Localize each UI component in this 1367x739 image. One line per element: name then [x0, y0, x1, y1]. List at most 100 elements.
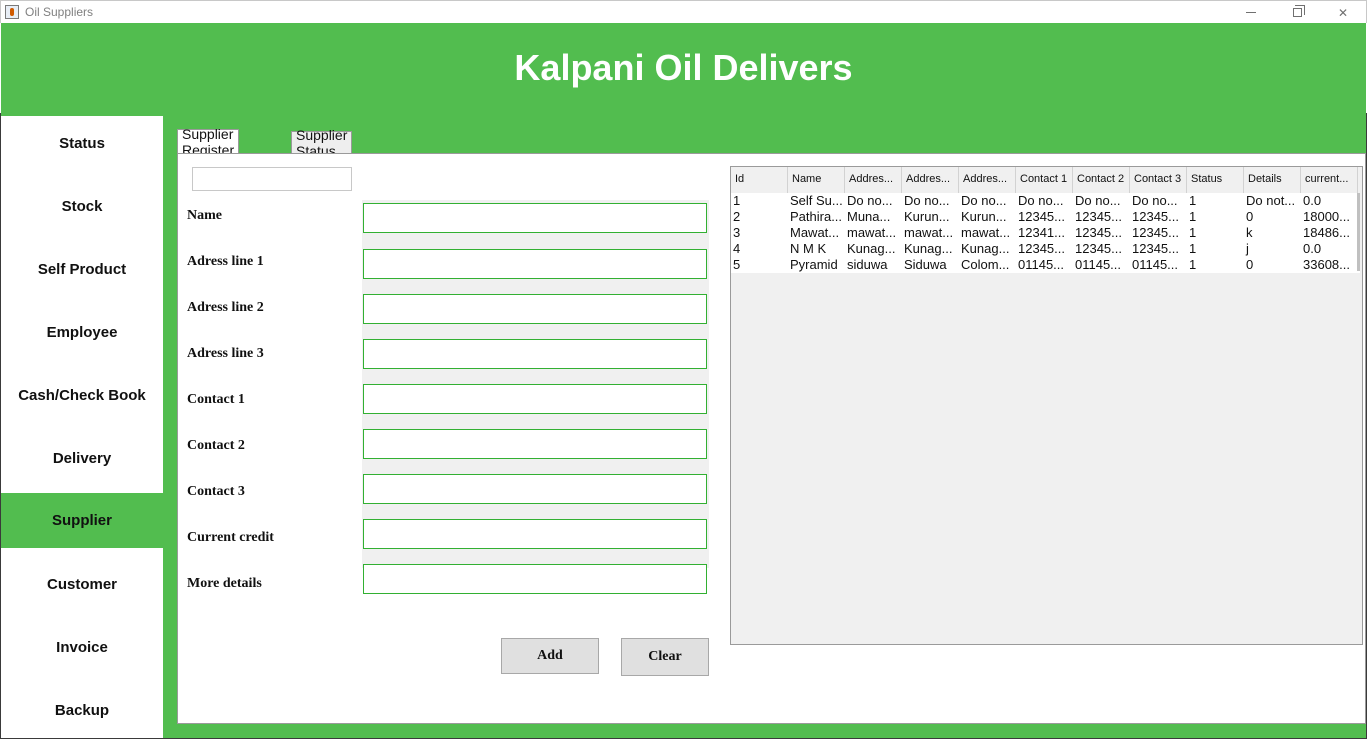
name-field[interactable]	[363, 203, 707, 233]
table-cell: Pathira...	[790, 209, 843, 224]
table-cell: 1	[1189, 193, 1197, 208]
sidebar-item-delivery[interactable]: Delivery	[1, 431, 163, 486]
table-cell: Do no...	[1075, 193, 1121, 208]
column-header-status[interactable]: Status	[1187, 167, 1244, 193]
table-cell: 1	[1189, 257, 1197, 272]
table-cell: 3	[733, 225, 741, 240]
table-cell: 4	[733, 241, 741, 256]
clear-button[interactable]: Clear	[621, 638, 709, 676]
table-cell: 12345...	[1075, 209, 1122, 224]
table-cell: 0.0	[1303, 241, 1322, 256]
table-cell: Do not...	[1246, 193, 1296, 208]
table-cell: k	[1246, 225, 1253, 240]
table-body: 1 Self Su... Do no... Do no... Do no... …	[731, 193, 1360, 273]
tab-supplier-status[interactable]: Supplier Status	[291, 127, 353, 159]
column-header-current-credit[interactable]: current...	[1301, 167, 1358, 193]
table-row[interactable]: 2 Pathira... Muna... Kurun... Kurun... 1…	[731, 209, 1360, 225]
table-cell: 2	[733, 209, 741, 224]
table-cell: 0	[1246, 209, 1254, 224]
table-cell: Muna...	[847, 209, 891, 224]
column-header-id[interactable]: Id	[731, 167, 788, 193]
contact-1-field[interactable]	[363, 384, 707, 414]
column-header-address-3[interactable]: Addres...	[959, 167, 1016, 193]
table-cell: j	[1246, 241, 1249, 256]
address-line-1-field[interactable]	[363, 249, 707, 279]
sidebar-item-customer[interactable]: Customer	[1, 557, 163, 612]
table-cell: 1	[1189, 209, 1197, 224]
table-cell: 01145...	[1018, 257, 1065, 272]
table-cell: 0	[1246, 257, 1254, 272]
supplier-table[interactable]: Id Name Addres... Addres... Addres... Co…	[730, 166, 1363, 645]
table-cell: 0.0	[1303, 193, 1322, 208]
table-cell: 1	[1189, 225, 1197, 240]
window-title: Oil Suppliers	[25, 5, 94, 19]
contact-2-field[interactable]	[363, 429, 707, 459]
table-cell: 5	[733, 257, 741, 272]
address-line-3-label: Adress line 3	[187, 346, 264, 361]
window-title-bar: Oil Suppliers ✕	[0, 0, 1367, 23]
contact-3-label: Contact 3	[187, 484, 245, 499]
contact-1-label: Contact 1	[187, 392, 245, 407]
table-scroll-edge[interactable]	[1357, 193, 1360, 271]
column-header-name[interactable]: Name	[788, 167, 845, 193]
table-cell: 01145...	[1132, 257, 1179, 272]
table-cell: 18000...	[1303, 209, 1350, 224]
table-cell: siduwa	[847, 257, 888, 272]
contact-3-field[interactable]	[363, 474, 707, 504]
current-credit-label: Current credit	[187, 530, 274, 545]
column-header-address-1[interactable]: Addres...	[845, 167, 902, 193]
minimize-icon	[1246, 12, 1256, 13]
name-label: Name	[187, 208, 222, 223]
table-cell: Do no...	[847, 193, 893, 208]
sidebar-item-employee[interactable]: Employee	[1, 305, 163, 360]
table-cell: mawat...	[847, 225, 897, 240]
sidebar-item-invoice[interactable]: Invoice	[1, 620, 163, 675]
search-input[interactable]	[192, 167, 352, 191]
column-header-contact-2[interactable]: Contact 2	[1073, 167, 1130, 193]
table-cell: Mawat...	[790, 225, 840, 240]
table-cell: Kurun...	[961, 209, 1007, 224]
table-row[interactable]: 4 N M K Kunag... Kunag... Kunag... 12345…	[731, 241, 1360, 257]
brand-title: Kalpani Oil Delivers	[514, 47, 853, 88]
java-app-icon	[5, 5, 19, 19]
column-header-contact-1[interactable]: Contact 1	[1016, 167, 1073, 193]
supplier-register-panel: Name Adress line 1 Adress line 2 Adress …	[177, 153, 1366, 724]
address-line-3-field[interactable]	[363, 339, 707, 369]
table-cell: Do no...	[961, 193, 1007, 208]
close-button[interactable]: ✕	[1320, 1, 1366, 24]
table-row[interactable]: 3 Mawat... mawat... mawat... mawat... 12…	[731, 225, 1360, 241]
table-cell: Siduwa	[904, 257, 947, 272]
table-cell: Do no...	[1018, 193, 1064, 208]
sidebar-item-status[interactable]: Status	[1, 116, 163, 171]
table-row[interactable]: 5 Pyramid siduwa Siduwa Colom... 01145..…	[731, 257, 1360, 273]
content-area: Supplier Register Supplier Status Name A…	[174, 126, 1366, 725]
restore-icon	[1292, 5, 1305, 17]
add-button[interactable]: Add	[501, 638, 599, 674]
close-icon: ✕	[1337, 5, 1349, 20]
sidebar: Status Stock Self Product Employee Cash/…	[1, 116, 163, 738]
sidebar-item-backup[interactable]: Backup	[1, 683, 163, 738]
current-credit-field[interactable]	[363, 519, 707, 549]
table-cell: 12345...	[1132, 209, 1179, 224]
table-cell: 12345...	[1075, 241, 1122, 256]
table-cell: mawat...	[904, 225, 954, 240]
tab-supplier-register[interactable]: Supplier Register	[177, 126, 240, 158]
minimize-button[interactable]	[1228, 1, 1274, 24]
table-cell: 12345...	[1132, 241, 1179, 256]
sidebar-item-stock[interactable]: Stock	[1, 179, 163, 234]
more-details-label: More details	[187, 576, 262, 591]
sidebar-item-cash-check-book[interactable]: Cash/Check Book	[1, 368, 163, 423]
table-cell: 1	[1189, 241, 1197, 256]
column-header-details[interactable]: Details	[1244, 167, 1301, 193]
sidebar-item-self-product[interactable]: Self Product	[1, 242, 163, 297]
table-cell: Self Su...	[790, 193, 843, 208]
more-details-field[interactable]	[363, 564, 707, 594]
address-line-2-field[interactable]	[363, 294, 707, 324]
sidebar-item-supplier[interactable]: Supplier	[1, 493, 163, 548]
table-cell: 12345...	[1018, 209, 1065, 224]
column-header-contact-3[interactable]: Contact 3	[1130, 167, 1187, 193]
column-header-address-2[interactable]: Addres...	[902, 167, 959, 193]
table-row[interactable]: 1 Self Su... Do no... Do no... Do no... …	[731, 193, 1360, 209]
restore-button[interactable]	[1274, 1, 1320, 24]
table-cell: N M K	[790, 241, 827, 256]
